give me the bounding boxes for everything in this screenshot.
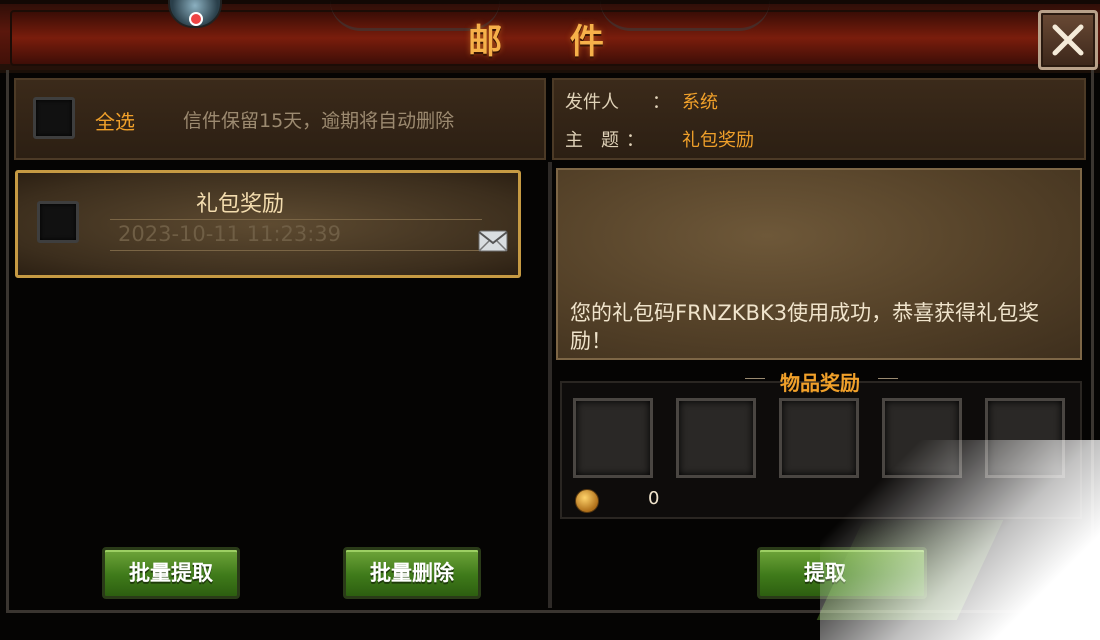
page-title: 邮 件: [468, 22, 632, 62]
coin-amount: 0: [648, 488, 660, 509]
column-divider: [548, 162, 552, 608]
reward-slot[interactable]: [985, 398, 1065, 478]
reward-header-ornament-right: [878, 378, 898, 379]
close-button[interactable]: [1038, 10, 1098, 70]
reward-slot[interactable]: [573, 398, 653, 478]
retention-notice: 信件保留15天，逾期将自动删除: [183, 110, 455, 132]
message-text: 您的礼包码FRNZKBK3使用成功，恭喜获得礼包奖励！: [570, 301, 1040, 353]
envelope-icon: [478, 230, 508, 252]
sender-colon: ：: [652, 92, 670, 113]
reward-slot[interactable]: [676, 398, 756, 478]
select-all-checkbox[interactable]: [33, 97, 75, 139]
sender-value: 系统: [682, 92, 718, 113]
reward-slot[interactable]: [779, 398, 859, 478]
batch-claim-button[interactable]: 批量提取: [102, 547, 240, 599]
mail-item-divider-top: [110, 219, 482, 220]
subject-colon: ：: [626, 130, 644, 151]
mail-item-title: 礼包奖励: [195, 192, 284, 217]
reward-slot[interactable]: [882, 398, 962, 478]
subject-label: 主 题: [565, 130, 619, 151]
select-all-label[interactable]: 全选: [95, 106, 135, 135]
subject-value: 礼包奖励: [682, 130, 754, 151]
sender-label: 发件人: [565, 92, 619, 113]
mail-item-divider-bottom: [110, 250, 482, 251]
close-icon: [1052, 24, 1084, 56]
gold-coin-icon: [575, 489, 599, 513]
batch-delete-button[interactable]: 批量删除: [343, 547, 481, 599]
mail-item-date: 2023-10-11 11:23:39: [118, 222, 342, 246]
reward-header: 物品奖励: [780, 371, 860, 395]
